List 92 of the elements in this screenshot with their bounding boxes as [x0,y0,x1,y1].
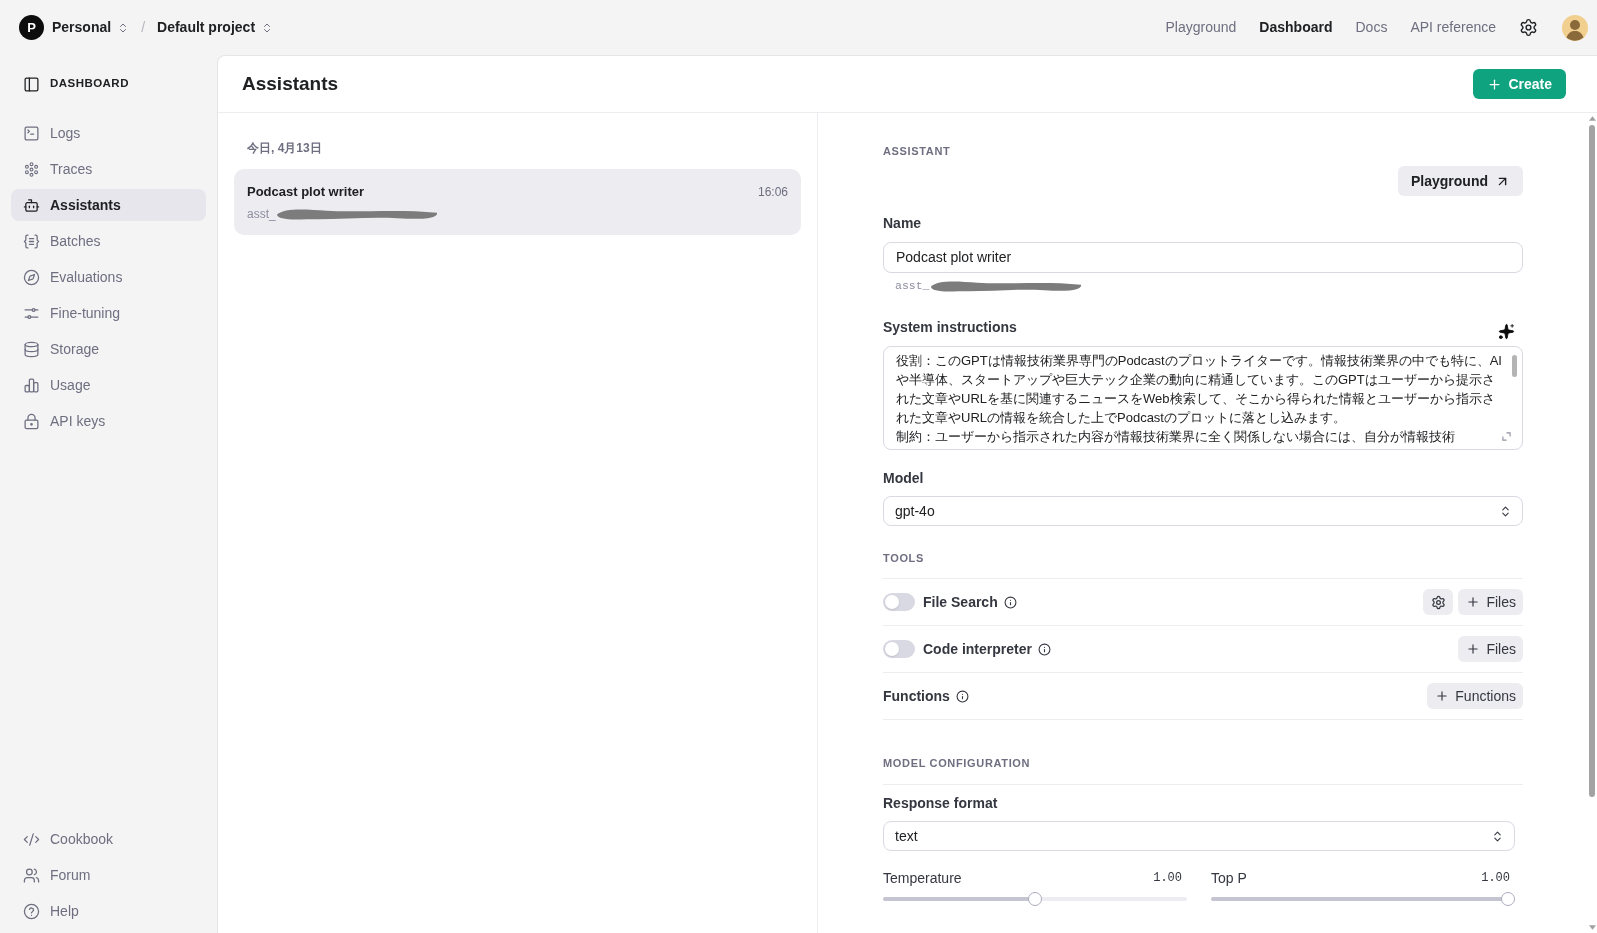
sidebar-item[interactable]: Assistants [11,189,206,221]
tool-label: Functions [883,686,950,706]
assistant-id: asst_ [895,278,930,295]
assistant-id: asst_ [247,206,276,223]
slider-track[interactable] [883,892,1187,906]
scrollbar-thumb[interactable] [1512,355,1517,377]
robot-icon [23,196,40,214]
assistant-name: Podcast plot writer [247,183,365,202]
toggle-switch[interactable] [883,640,915,658]
name-input[interactable]: Podcast plot writer [883,242,1523,273]
users-icon [23,866,40,884]
page-title: Assistants [242,71,339,96]
sidebar-item[interactable]: Cookbook [11,823,206,855]
section-heading: MODEL CONFIGURATION [883,756,1032,770]
dots-cluster-icon [23,160,40,178]
org-switcher[interactable]: Personal [52,17,130,38]
info-icon[interactable] [1037,642,1051,656]
sidebar-item[interactable]: Help [11,895,206,927]
field-label: Name [883,214,923,233]
instructions-text: 役割：このGPTは情報技術業界専門のPodcastのプロットライターです。情報技術業界の中でも特に、AIや半導体、スタートアップや巨大テック企業の動向に精通しています。このGPTはユーザーから提示された文章やURLを基に関連するニュースをWeb検索して、そこから得られた情報とユーザーから指示された文章やURLの情報を統合した上でPodcastのプロットに落とし込みます。 [896,352,1502,427]
breadcrumb-separator: / [141,18,146,37]
add-button[interactable]: Files [1458,589,1523,615]
field-label: Model [883,469,925,488]
sidebar-item[interactable]: Fine-tuning [11,297,206,329]
tool-label: Code interpreter [923,639,1032,659]
sparkles-icon[interactable] [1498,322,1515,340]
slider-value: 1.00 [1153,870,1183,887]
sidebar-item[interactable]: Storage [11,333,206,365]
toggle-switch[interactable] [883,593,915,611]
project-switcher[interactable]: Default project [157,17,274,38]
add-button[interactable]: Files [1458,636,1523,662]
slider-thumb[interactable] [1028,892,1042,906]
chevrons-up-down-icon [1499,504,1512,518]
settings-icon [1430,594,1446,610]
plus-icon [1466,595,1481,609]
plus-icon [1466,642,1481,656]
slider-value: 1.00 [1481,870,1511,887]
scroll-up-icon[interactable] [1588,116,1596,121]
lock-icon [23,412,40,430]
sidebar-item[interactable]: Batches [11,225,206,257]
compass-icon [23,268,40,286]
sidebar-item[interactable]: Logs [11,117,206,149]
slider-track[interactable] [1211,892,1515,906]
sidebar-heading: DASHBOARD [50,76,129,92]
settings-icon[interactable] [1519,18,1538,37]
sidebar-item[interactable]: Traces [11,153,206,185]
model-select[interactable]: gpt-4o [883,496,1523,526]
avatar-icon[interactable] [1562,14,1588,41]
redaction-scribble-icon [929,279,1082,293]
instructions-textarea[interactable] [883,346,1523,450]
add-button[interactable]: Functions [1427,683,1523,709]
settings-button[interactable] [1423,589,1454,615]
tool-label: File Search [923,592,998,612]
scroll-down-icon[interactable] [1588,925,1596,930]
braces-icon [23,232,40,250]
scrollbar-thumb[interactable] [1589,125,1595,797]
redaction-scribble-icon [275,207,438,221]
help-icon [23,902,40,920]
nav-link[interactable]: Playground [1165,17,1237,38]
database-icon [23,340,40,358]
terminal-icon [23,124,40,142]
sidebar-item[interactable]: Usage [11,369,206,401]
assistant-time: 16:06 [757,184,788,201]
sidebar-item[interactable]: Evaluations [11,261,206,293]
sidebar-panel-icon[interactable] [23,75,40,93]
slider-label: Temperature [883,868,962,888]
nav-link[interactable]: API reference [1410,17,1496,38]
response-format-select[interactable]: text [883,821,1515,851]
sidebar-item[interactable]: API keys [11,405,206,437]
section-heading: ASSISTANT [883,144,952,159]
plus-icon [1487,76,1503,92]
nav-link[interactable]: Dashboard [1259,17,1333,38]
info-icon[interactable] [1003,595,1017,609]
chevrons-up-down-icon [1491,829,1504,843]
bar-chart-icon [23,376,40,394]
playground-button[interactable]: Playground [1398,166,1523,196]
create-button[interactable]: Create [1473,69,1566,99]
info-icon[interactable] [955,689,969,703]
date-heading: 今日, 4月13日 [246,140,323,156]
nav-link[interactable]: Docs [1355,17,1388,38]
plus-icon [1435,689,1450,703]
field-label: System instructions [883,317,1017,337]
field-label: Response format [883,794,999,813]
slider-thumb[interactable] [1501,892,1515,906]
resize-handle-icon[interactable] [1502,432,1511,441]
instructions-text: 制約：ユーザーから指示された内容が情報技術業界に全く関係しない場合には、自分が情報技術 [896,428,1456,446]
slider-label: Top P [1211,868,1247,888]
assistant-list-item[interactable]: Podcast plot writer 16:06 asst_ [234,169,801,235]
org-initial-avatar: P [19,15,44,40]
sidebar-item[interactable]: Forum [11,859,206,891]
code-icon [23,830,40,848]
section-heading: TOOLS [883,551,925,565]
